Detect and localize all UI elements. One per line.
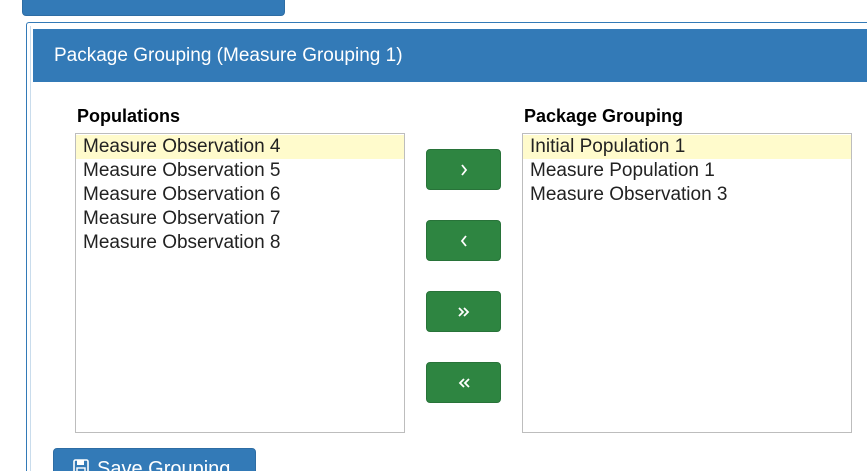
package-grouping-label: Package Grouping	[524, 106, 684, 126]
move-left-button[interactable]	[426, 220, 501, 261]
move-all-right-button[interactable]	[426, 291, 501, 332]
top-action-button[interactable]	[22, 0, 285, 16]
floppy-disk-icon	[73, 458, 89, 471]
populations-item[interactable]: Measure Observation 8	[76, 231, 404, 255]
populations-item[interactable]: Measure Observation 5	[76, 159, 404, 183]
chevron-right-icon	[460, 163, 467, 176]
populations-item[interactable]: Measure Observation 7	[76, 207, 404, 231]
populations-list[interactable]: Measure Observation 4 Measure Observatio…	[75, 133, 405, 433]
package-grouping-item[interactable]: Measure Observation 3	[523, 183, 851, 207]
populations-label: Populations	[77, 106, 180, 126]
package-grouping-item[interactable]: Measure Population 1	[523, 159, 851, 183]
populations-item[interactable]: Measure Observation 4	[76, 135, 404, 159]
populations-item[interactable]: Measure Observation 6	[76, 183, 404, 207]
chevron-left-icon	[460, 234, 467, 247]
move-right-button[interactable]	[426, 149, 501, 190]
double-chevron-left-icon	[458, 377, 470, 388]
measure-grouping-page: Package Grouping (Measure Grouping 1) Po…	[0, 0, 867, 471]
save-grouping-label: Save Grouping	[97, 458, 231, 471]
save-grouping-button[interactable]: Save Grouping	[53, 448, 256, 471]
package-grouping-item[interactable]: Initial Population 1	[523, 135, 851, 159]
package-grouping-list[interactable]: Initial Population 1 Measure Population …	[522, 133, 852, 433]
panel-title: Package Grouping (Measure Grouping 1)	[33, 29, 867, 82]
double-chevron-right-icon	[457, 306, 469, 317]
move-all-left-button[interactable]	[426, 362, 501, 403]
